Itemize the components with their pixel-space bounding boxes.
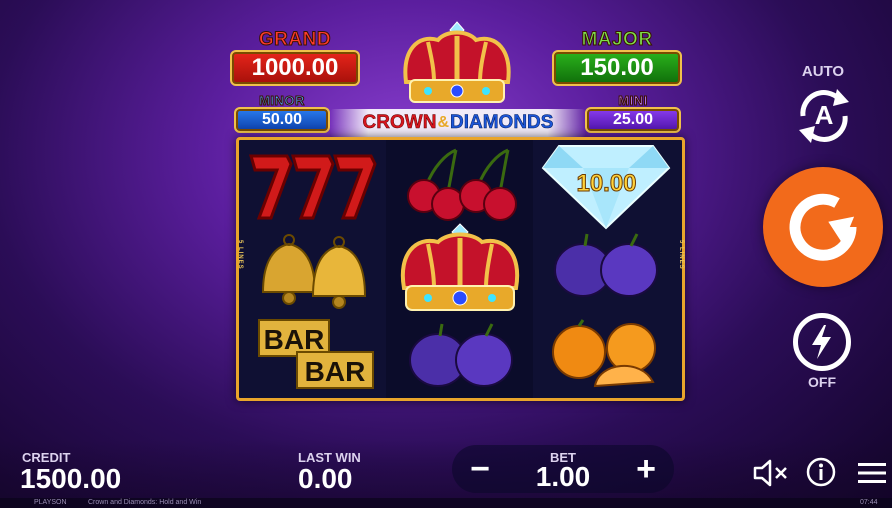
jackpot-mini-value: 25.00	[585, 107, 681, 133]
reel-2	[386, 140, 533, 398]
autoplay-button[interactable]: A	[789, 84, 859, 148]
plums-icon	[551, 230, 661, 300]
spin-button[interactable]	[763, 167, 883, 287]
jackpot-major-value: 150.00	[552, 50, 682, 86]
sound-muted-icon	[753, 459, 787, 487]
crown-logo-icon	[398, 20, 516, 112]
jackpot-minor-title: MINOR	[259, 93, 305, 108]
plums-icon	[406, 320, 516, 390]
menu-button[interactable]	[856, 459, 888, 487]
hamburger-menu-icon	[858, 463, 886, 483]
bells-icon	[253, 230, 375, 310]
jackpot-minor-value: 50.00	[234, 107, 330, 133]
svg-text:BAR: BAR	[264, 324, 325, 355]
auto-label: AUTO	[801, 63, 845, 80]
reel-1: BAR BAR	[239, 140, 386, 398]
logo-part1: CROWN	[362, 112, 437, 134]
reel-3: 10.00	[533, 140, 680, 398]
jackpot-grand-value: 1000.00	[230, 50, 360, 86]
logo-part2: DIAMONDS	[450, 112, 554, 134]
last-win-value: 0.00	[298, 463, 353, 494]
sound-button[interactable]	[752, 458, 790, 488]
oranges-icon	[549, 318, 665, 390]
crown-icon	[394, 222, 526, 320]
lines-label-right: 5 LINES	[678, 240, 684, 270]
jackpot-major: MAJOR 150.00	[552, 29, 682, 86]
lines-label-left: 5 LINES	[237, 240, 243, 270]
bet-increase-button[interactable]: +	[622, 445, 670, 493]
jackpot-major-title: MAJOR	[581, 29, 653, 50]
autoplay-letter: A	[814, 100, 834, 130]
lightning-icon	[812, 325, 831, 359]
diamond-value: 10.00	[576, 170, 637, 198]
footer-brand: PLAYSON	[34, 499, 67, 506]
jackpot-grand-title: GRAND	[258, 29, 332, 50]
jackpot-mini: MINI 25.00	[585, 94, 681, 133]
info-icon	[806, 457, 836, 487]
seven-seven-seven-icon	[247, 148, 379, 222]
credit-value: 1500.00	[20, 463, 122, 494]
footer-game-title: Crown and Diamonds: Hold and Win	[88, 499, 202, 506]
jackpot-grand: GRAND 1000.00	[230, 29, 360, 86]
turbo-state-label: OFF	[808, 374, 836, 390]
jackpot-minor: MINOR 50.00	[234, 94, 330, 133]
spin-icon	[789, 193, 857, 261]
game-logo: CROWN & DIAMONDS	[330, 109, 586, 137]
cherries-icon	[398, 146, 522, 224]
bet-control: − BET 1.00 +	[452, 445, 674, 493]
turbo-button[interactable]	[793, 313, 851, 371]
logo-amp: &	[437, 114, 449, 131]
bar-bar-icon: BAR BAR	[257, 318, 377, 390]
footer-clock: 07:44	[860, 499, 878, 506]
info-button[interactable]	[805, 456, 837, 488]
svg-text:BAR: BAR	[305, 356, 366, 387]
jackpot-mini-title: MINI	[618, 93, 648, 108]
reels-window: BAR BAR 10.00 5 LINES 5 LINES	[236, 137, 685, 401]
